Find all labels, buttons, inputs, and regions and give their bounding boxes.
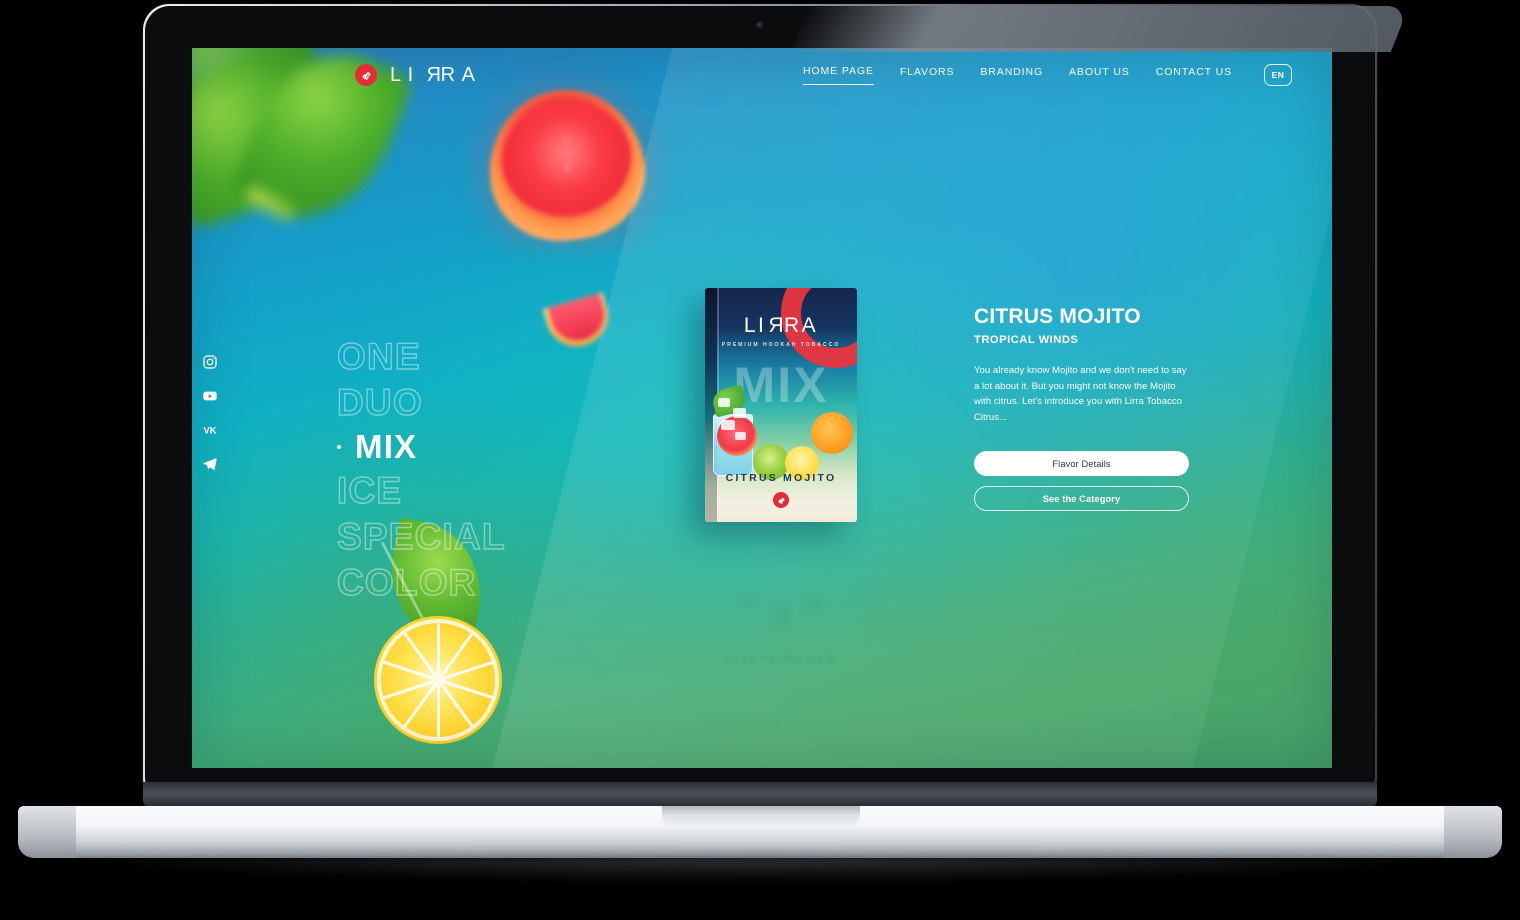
flavor-info-panel: CITRUS MOJITO TROPICAL WINDS You already…	[974, 305, 1189, 512]
vk-icon[interactable]: VK	[202, 422, 218, 438]
screenshot-stage: ❋ LIRRA HOME PAGE FLAVORS	[0, 0, 1520, 920]
category-item-one[interactable]: ONE	[336, 337, 506, 375]
pack-tagline: PREMIUM HOOKAH TOBACCO	[721, 342, 841, 348]
language-switcher-button[interactable]: EN	[1264, 64, 1292, 86]
category-item-color[interactable]: COLOR	[336, 563, 506, 601]
laptop-base-right-cap	[1444, 806, 1502, 858]
laptop-shadow	[60, 856, 1460, 882]
triskelion-logo-icon	[355, 64, 377, 86]
pack-flavor-name: CITRUS MOJITO	[725, 472, 837, 484]
flavor-title: CITRUS MOJITO	[974, 305, 1141, 328]
browser-viewport: ❋ LIRRA HOME PAGE FLAVORS	[192, 48, 1332, 768]
category-item-mix[interactable]: MIX	[337, 430, 506, 463]
nav-item-contact-us[interactable]: CONTACT US	[1156, 66, 1232, 85]
flavor-subtitle: TROPICAL WINDS	[974, 334, 1079, 347]
social-links-rail: VK	[202, 354, 218, 472]
pack-fruit-artwork	[710, 384, 853, 484]
brand-logo[interactable]: LIRRA	[355, 64, 481, 86]
main-navigation: HOME PAGE FLAVORS BRANDING ABOUT US CONT…	[802, 64, 1292, 86]
nav-item-about-us[interactable]: ABOUT US	[1069, 66, 1130, 85]
product-pack[interactable]: LIRRA PREMIUM HOOKAH TOBACCO MIX CITRUS …	[705, 288, 857, 522]
youtube-icon[interactable]	[202, 388, 218, 404]
product-pack-wrapper[interactable]: LIRRA PREMIUM HOOKAH TOBACCO MIX CITRUS …	[705, 288, 857, 522]
pack-logo-icon	[773, 492, 789, 508]
brand-name: LIRRA	[390, 64, 482, 86]
telegram-icon[interactable]	[202, 456, 218, 472]
laptop-hinge	[143, 782, 1377, 808]
category-item-duo[interactable]: DUO	[336, 383, 506, 421]
svg-text:VK: VK	[204, 425, 217, 435]
flavor-description: You already know Mojito and we don't nee…	[974, 365, 1187, 423]
nav-item-home-page[interactable]: HOME PAGE	[802, 65, 874, 85]
flavor-action-buttons: Flavor Details See the Category	[974, 451, 1189, 512]
category-item-ice[interactable]: ICE	[336, 471, 506, 509]
laptop-base-notch	[662, 806, 860, 828]
category-list: ONE DUO MIX ICE SPECIAL COLOR	[336, 337, 506, 610]
category-item-special[interactable]: SPECIAL	[336, 517, 506, 555]
flavor-details-button[interactable]: Flavor Details	[974, 451, 1189, 477]
site-header: LIRRA HOME PAGE FLAVORS BRANDING ABOUT U…	[192, 48, 1332, 102]
webcam-icon	[755, 21, 765, 30]
see-the-category-button[interactable]: See the Category	[974, 486, 1189, 512]
laptop-base-left-cap	[18, 806, 76, 858]
nav-item-flavors[interactable]: FLAVORS	[900, 66, 955, 85]
pack-brand-name: LIRRA	[743, 314, 819, 337]
nav-item-branding[interactable]: BRANDING	[980, 66, 1043, 85]
instagram-icon[interactable]	[202, 354, 218, 370]
